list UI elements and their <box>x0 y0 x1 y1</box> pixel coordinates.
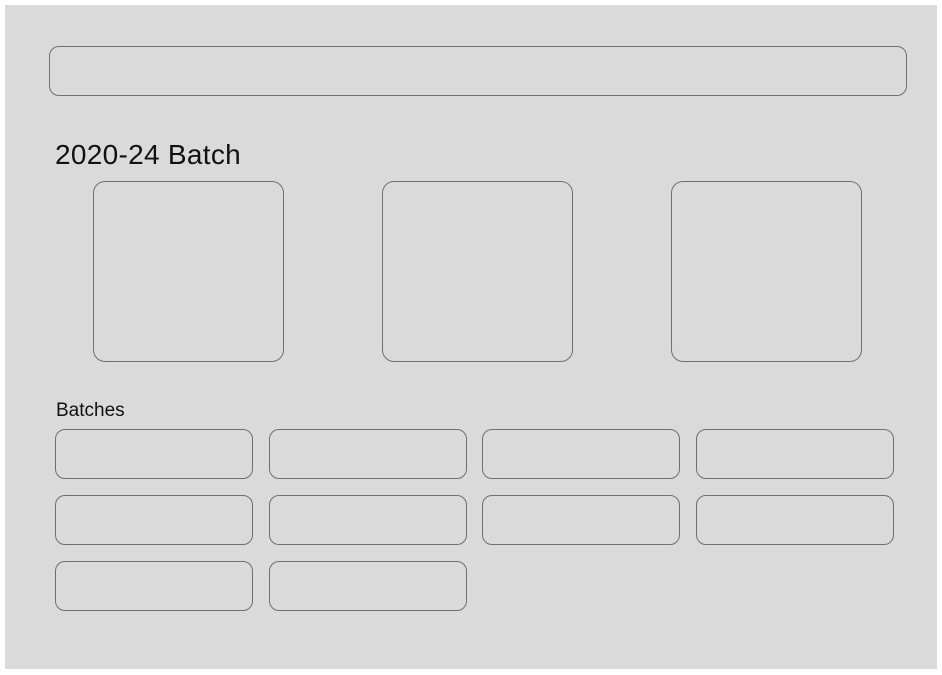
batch-tile[interactable] <box>269 429 467 479</box>
batch-tile[interactable] <box>482 495 680 545</box>
batch-tile[interactable] <box>269 561 467 611</box>
batch-tile[interactable] <box>696 429 894 479</box>
batch-tile[interactable] <box>55 495 253 545</box>
section-title: 2020-24 Batch <box>55 139 242 170</box>
featured-card[interactable] <box>671 181 862 362</box>
app-canvas: 2020-24 Batch Batches <box>5 5 937 669</box>
batches-heading: Batches <box>56 400 125 421</box>
batch-tile[interactable] <box>55 561 253 611</box>
batch-tile[interactable] <box>482 429 680 479</box>
search-input[interactable] <box>49 46 907 96</box>
batch-tile[interactable] <box>269 495 467 545</box>
featured-card[interactable] <box>382 181 573 362</box>
featured-card[interactable] <box>93 181 284 362</box>
batch-tile[interactable] <box>696 495 894 545</box>
batch-tile[interactable] <box>55 429 253 479</box>
